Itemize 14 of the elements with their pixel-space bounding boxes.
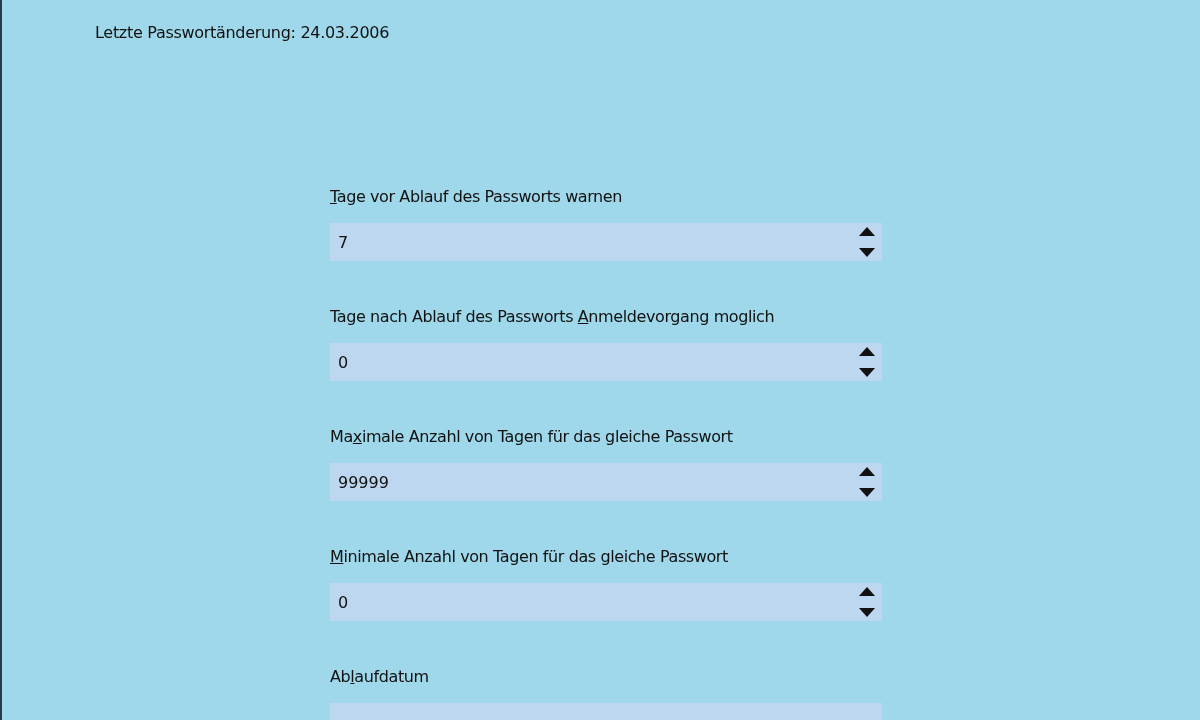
spin-box[interactable]: 99999 <box>330 463 882 501</box>
spin-arrows-icon[interactable] <box>858 345 876 379</box>
field-label: Maximale Anzahl von Tagen für das gleiche Passwort <box>330 426 733 448</box>
spin-box[interactable]: 7 <box>330 223 882 261</box>
spin-box[interactable]: 0 <box>330 583 882 621</box>
last-change-text: Letzte Passwortänderung: 24.03.2006 <box>95 23 390 42</box>
field-label: Ablaufdatum <box>330 666 429 688</box>
field-label: Tage vor Ablauf des Passworts warnen <box>330 186 623 208</box>
spin-box[interactable]: 0 <box>330 343 882 381</box>
field-label: Tage nach Ablauf des Passworts Anmeldevorgang moglich <box>330 306 775 328</box>
spin-arrows-icon[interactable] <box>858 585 876 619</box>
spin-arrows-icon[interactable] <box>858 465 876 499</box>
spin-arrows-icon[interactable] <box>858 225 876 259</box>
field-label: Minimale Anzahl von Tagen für das gleiche Passwort <box>330 546 728 568</box>
